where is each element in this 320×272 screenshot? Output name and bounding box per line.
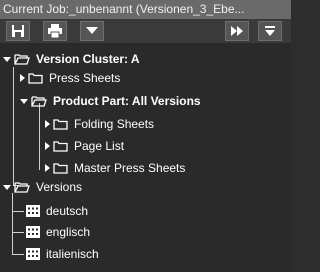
tree-node-label: Page List	[74, 139, 125, 153]
folder-icon	[53, 163, 68, 174]
expand-arrow-icon[interactable]	[45, 120, 50, 128]
save-button[interactable]	[6, 21, 30, 41]
tree-connector	[12, 211, 24, 212]
job-tree: Version Cluster: A Press Sheets Product …	[0, 43, 291, 272]
tree-node-label: englisch	[46, 225, 91, 239]
expand-arrow-icon[interactable]	[20, 98, 28, 104]
open-folder-icon	[14, 182, 30, 193]
folder-icon	[53, 119, 68, 130]
tree-node-label: italienisch	[46, 247, 99, 261]
tree-connector	[13, 67, 14, 185]
version-grid-icon	[26, 205, 40, 217]
tree-node-label: Version Cluster: A	[36, 52, 140, 66]
folder-icon	[53, 141, 68, 152]
tree-node-page-list[interactable]: Page List	[45, 137, 124, 155]
tree-node-folding-sheets[interactable]: Folding Sheets	[45, 115, 154, 133]
tree-node-product-part[interactable]: Product Part: All Versions	[20, 92, 201, 110]
menu-down-icon	[265, 26, 275, 36]
toolbar	[0, 19, 291, 43]
expand-arrow-icon[interactable]	[3, 184, 11, 190]
tree-node-versions[interactable]: Versions	[3, 178, 82, 196]
tree-node-press-sheets[interactable]: Press Sheets	[20, 69, 120, 87]
expand-arrow-icon[interactable]	[45, 142, 50, 150]
open-folder-icon	[31, 96, 47, 107]
tree-node-label: Master Press Sheets	[74, 161, 186, 175]
expand-arrow-icon[interactable]	[45, 164, 50, 172]
forward-button[interactable]	[225, 21, 249, 41]
tree-node-label: Press Sheets	[49, 71, 121, 85]
version-grid-icon	[26, 248, 40, 260]
print-button[interactable]	[43, 21, 67, 41]
tree-connector	[12, 254, 24, 255]
fast-forward-icon	[231, 26, 243, 36]
dropdown-icon	[86, 27, 98, 34]
tree-node-version-item[interactable]: italienisch	[26, 245, 99, 263]
tree-node-label: Versions	[36, 180, 83, 194]
tree-node-master-press-sheets[interactable]: Master Press Sheets	[45, 159, 185, 177]
expand-arrow-icon[interactable]	[3, 56, 11, 62]
tree-node-version-cluster[interactable]: Version Cluster: A	[3, 50, 140, 68]
tree-connector	[12, 232, 24, 233]
save-icon	[12, 25, 24, 37]
folder-icon	[28, 73, 43, 84]
tree-node-label: deutsch	[46, 204, 89, 218]
tree-node-label: Folding Sheets	[74, 117, 155, 131]
tree-node-version-item[interactable]: deutsch	[26, 202, 88, 220]
tree-connector	[39, 103, 40, 170]
open-folder-icon	[14, 54, 30, 65]
window-title: Current Job:_unbenannt (Versionen_3_Ebe.…	[0, 0, 291, 19]
print-icon	[48, 24, 62, 38]
expand-arrow-icon[interactable]	[20, 74, 25, 82]
tree-node-label: Product Part: All Versions	[53, 94, 201, 108]
menu-button[interactable]	[258, 21, 282, 41]
tree-node-version-item[interactable]: englisch	[26, 223, 90, 241]
tree-connector	[12, 193, 13, 255]
version-grid-icon	[26, 226, 40, 238]
dropdown-button[interactable]	[80, 21, 104, 41]
